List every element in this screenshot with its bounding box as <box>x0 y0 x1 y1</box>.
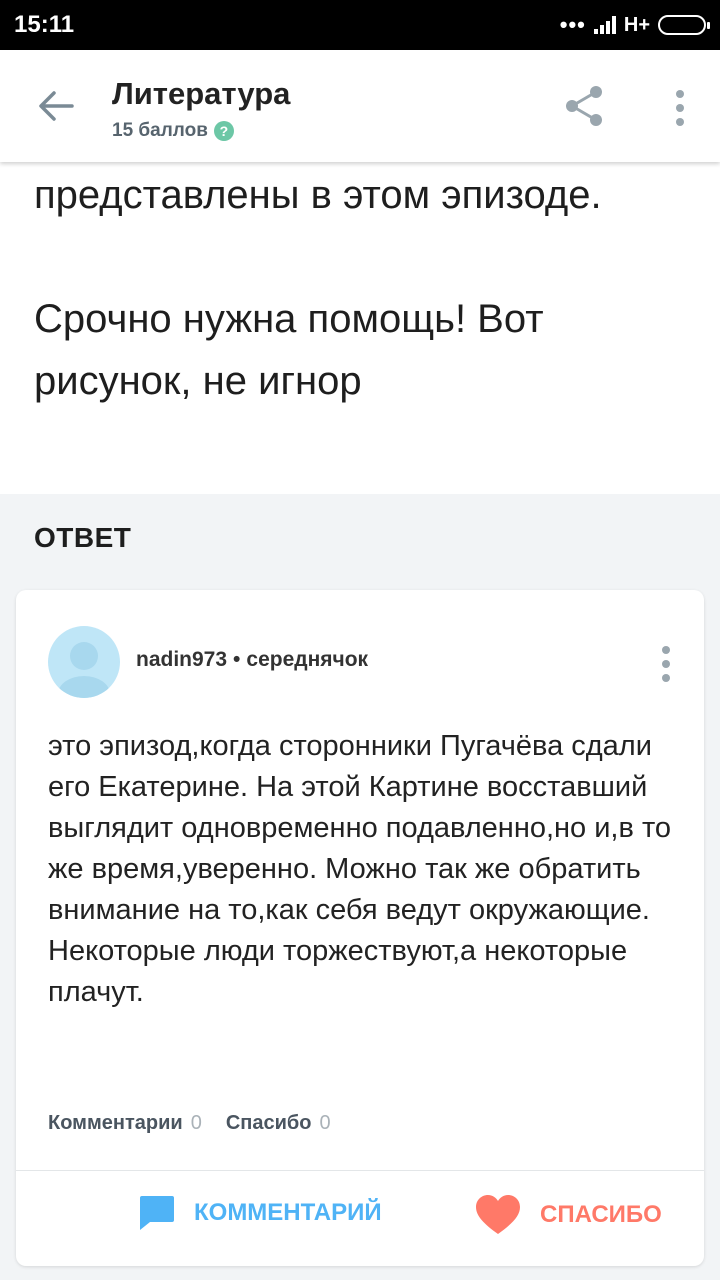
status-bar: 15:11 ••• H+ <box>0 0 720 50</box>
question-paragraph: Срочно нужна помощь! Вот рисунок, не игн… <box>34 297 544 403</box>
answer-stats: Комментарии 0 Спасибо 0 <box>48 1112 331 1135</box>
question-paragraph: представлены в этом эпизоде. <box>34 173 602 217</box>
thanks-button[interactable]: СПАСИБО <box>474 1194 662 1236</box>
comment-bubble-icon <box>140 1196 174 1230</box>
comment-button-label: КОММЕНТАРИЙ <box>194 1199 382 1226</box>
avatar[interactable] <box>48 626 120 698</box>
dots-icon: ••• <box>559 12 586 37</box>
page-title: Литература <box>112 76 291 111</box>
author-line: nadin973 • середнячок <box>136 648 368 672</box>
share-icon[interactable] <box>562 84 606 128</box>
question-text: представлены в этом эпизоде. Срочно нужн… <box>34 164 694 412</box>
question-block: представлены в этом эпизоде. Срочно нужн… <box>0 162 720 494</box>
help-icon[interactable]: ? <box>213 121 234 141</box>
answer-heading: ОТВЕТ <box>34 522 132 553</box>
comments-label: Комментарии <box>48 1112 183 1134</box>
comment-button[interactable]: КОММЕНТАРИЙ <box>136 1194 382 1232</box>
answer-text: это эпизод,когда сторонники Пугачёва сда… <box>48 730 672 1008</box>
thanks-stat[interactable]: Спасибо 0 <box>226 1112 331 1135</box>
comments-stat[interactable]: Комментарии 0 <box>48 1112 202 1135</box>
app-header: Литература 15 баллов ? <box>0 50 720 162</box>
answer-card: nadin973 • середнячок это эпизод,когда с… <box>16 590 704 1266</box>
points-line: 15 баллов ? <box>112 120 234 142</box>
more-vertical-icon[interactable] <box>654 644 678 684</box>
heart-icon <box>476 1195 520 1234</box>
status-icons: ••• H+ <box>559 12 710 38</box>
author-separator: • <box>233 648 241 671</box>
user-silhouette-icon <box>58 642 110 698</box>
author-rank: середнячок <box>246 648 369 671</box>
author-name[interactable]: nadin973 <box>136 648 227 672</box>
thanks-button-label: СПАСИБО <box>540 1201 662 1228</box>
divider <box>16 1170 704 1171</box>
status-time: 15:11 <box>14 11 75 38</box>
comments-count: 0 <box>190 1112 202 1134</box>
thanks-count: 0 <box>319 1112 331 1134</box>
network-type: H+ <box>623 13 650 36</box>
battery-icon <box>658 15 710 35</box>
signal-icon <box>593 16 616 34</box>
back-arrow-icon[interactable] <box>36 88 76 124</box>
more-vertical-icon[interactable] <box>668 88 692 128</box>
points-label: 15 баллов <box>112 120 208 141</box>
thanks-label: Спасибо <box>225 1112 312 1134</box>
